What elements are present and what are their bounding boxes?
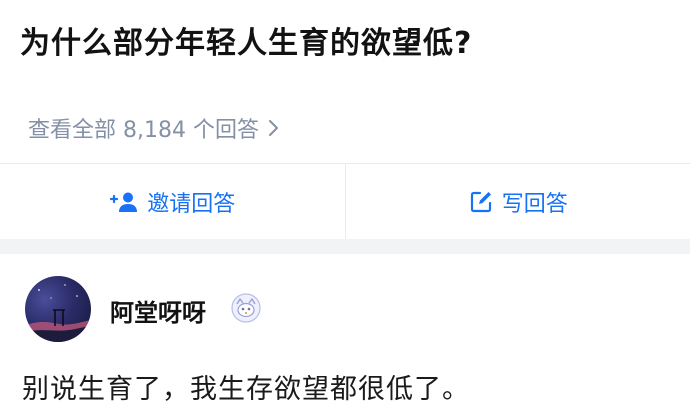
question-header: 为什么部分年轻人生育的欲望低? 查看全部 8,184 个回答: [0, 0, 690, 163]
avatar[interactable]: [25, 276, 91, 342]
write-answer-button[interactable]: 写回答: [346, 164, 690, 239]
answer-action-bar: 邀请回答 写回答: [0, 163, 690, 239]
answer-card: 阿堂呀呀 别说生育了，我生存欲望都很低了。: [0, 254, 690, 405]
chevron-right-icon: [268, 120, 278, 136]
invite-answer-button[interactable]: 邀请回答: [0, 164, 346, 239]
author-name[interactable]: 阿堂呀呀: [110, 293, 206, 328]
creator-badge-icon: [231, 293, 261, 323]
view-all-label: 查看全部 8,184 个回答: [28, 118, 259, 143]
section-divider: [0, 239, 690, 254]
answer-excerpt[interactable]: 别说生育了，我生存欲望都很低了。: [22, 367, 470, 405]
view-all-answers-link[interactable]: 查看全部 8,184 个回答: [28, 112, 281, 144]
question-title: 为什么部分年轻人生育的欲望低?: [20, 26, 473, 61]
invite-answer-label: 邀请回答: [147, 191, 236, 217]
add-user-icon: [110, 192, 138, 212]
edit-icon: [470, 191, 491, 212]
write-answer-label: 写回答: [501, 191, 568, 217]
